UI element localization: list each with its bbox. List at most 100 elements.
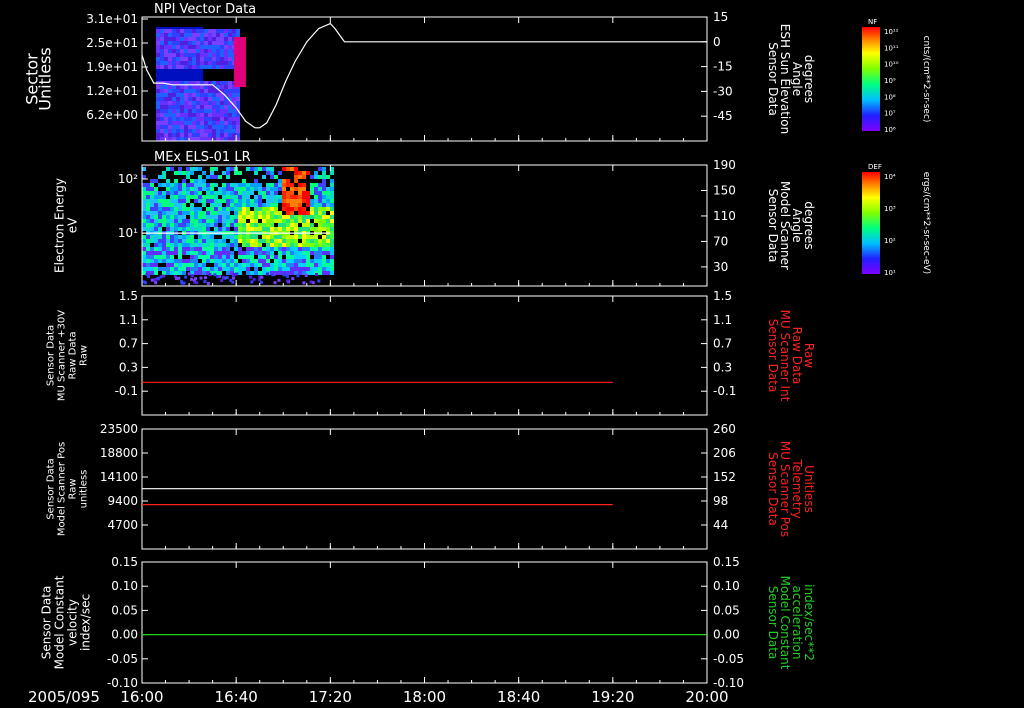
spectrogram-cell: [194, 251, 198, 255]
sector-cell: [156, 133, 160, 137]
spectrogram-cell: [213, 273, 217, 277]
sector-cell: [196, 29, 200, 33]
spectrogram-cell: [166, 211, 170, 215]
spectrogram-cell: [258, 251, 262, 255]
sector-cell: [204, 121, 208, 125]
sector-cell: [208, 121, 212, 125]
spectrogram-cell: [158, 183, 162, 187]
spectrogram-cell: [266, 247, 270, 251]
spectrogram-cell: [146, 191, 150, 195]
spectrogram-cell: [182, 187, 186, 191]
sector-cell: [188, 33, 192, 37]
spectrogram-cell: [162, 251, 166, 255]
spectrogram-cell: [270, 235, 274, 239]
sector-cell: [184, 97, 188, 101]
spectrogram-cell: [322, 199, 326, 203]
sector-cell: [196, 113, 200, 117]
sector-cell: [168, 89, 172, 93]
spectrogram-cell: [158, 247, 162, 251]
spectrogram-cell: [250, 280, 254, 284]
spectrogram-cell: [274, 183, 278, 187]
left-axis-label-line: Unitless: [36, 47, 55, 111]
y-tick-label: 14100: [100, 470, 138, 484]
spectrogram-cell: [294, 263, 298, 267]
sector-cell: [220, 117, 224, 121]
spectrogram-cell: [318, 207, 322, 211]
spectrogram-cell: [326, 175, 330, 179]
spectrogram-cell: [214, 191, 218, 195]
sector-cell: [232, 125, 236, 129]
spectrogram-cell: [330, 187, 334, 191]
sector-cell: [212, 121, 216, 125]
spectrogram-cell: [330, 219, 334, 223]
spectrogram-cell: [182, 247, 186, 251]
spectrogram-cell: [170, 207, 174, 211]
spectrogram-cell: [146, 255, 150, 259]
sector-cell: [184, 65, 188, 69]
spectrogram-cell: [266, 239, 270, 243]
right-axis-label-line: Sensor Data: [766, 452, 780, 526]
spectrogram-cell: [306, 219, 310, 223]
spectrogram-cell: [190, 277, 194, 281]
spectrogram-cell: [298, 255, 302, 259]
spectrogram-cell: [254, 271, 258, 275]
sector-cell: [172, 85, 176, 89]
sector-cell: [216, 93, 220, 97]
spectrogram-cell: [206, 183, 210, 187]
sector-cell: [220, 61, 224, 65]
spectrogram-cell: [314, 191, 318, 195]
sector-cell: [192, 93, 196, 97]
spectrogram-cell: [142, 207, 146, 211]
y-right-tick-label: -0.05: [713, 652, 744, 666]
spectrogram-cell: [186, 227, 190, 231]
spectrogram-cell: [238, 207, 242, 211]
panel-title: NPI Vector Data: [154, 2, 256, 17]
sector-cell: [168, 129, 172, 133]
spectrogram-cell: [306, 235, 310, 239]
right-axis-label-line: degrees: [802, 201, 816, 249]
sector-cell: [224, 61, 228, 65]
sector-cell: [200, 57, 204, 61]
spectrogram-cell: [310, 247, 314, 251]
spectrogram-cell: [222, 219, 226, 223]
spectrogram-cell: [242, 199, 246, 203]
sector-cell: [164, 85, 168, 89]
spectrogram-cell: [230, 203, 234, 207]
sector-cell: [236, 101, 240, 105]
spectrogram-cell: [262, 227, 266, 231]
spectrogram-cell: [234, 263, 238, 267]
sector-cell: [160, 121, 164, 125]
sector-cell: [184, 45, 188, 49]
y-tick-label: 0.10: [111, 579, 138, 593]
spectrogram-cell: [322, 247, 326, 251]
sector-cell: [172, 29, 176, 33]
sector-cell: [168, 29, 172, 33]
spectrogram-cell: [198, 263, 202, 267]
spectrogram-cell: [158, 243, 162, 247]
spectrogram-cell: [246, 235, 250, 239]
spectrogram-cell: [174, 247, 178, 251]
sector-cell: [200, 133, 204, 137]
sector-cell: [184, 113, 188, 117]
spectrogram-cell: [286, 263, 290, 267]
spectrogram-cell: [142, 183, 146, 187]
sector-cell: [192, 137, 196, 141]
spectrogram-cell: [294, 175, 298, 179]
spectrogram-cell: [190, 227, 194, 231]
spectrogram-cell: [259, 280, 263, 284]
spectrogram-cell: [250, 251, 254, 255]
spectrogram-cell: [194, 207, 198, 211]
spectrogram-cell: [234, 259, 238, 263]
sector-cell: [196, 125, 200, 129]
sector-cell: [200, 129, 204, 133]
spectrogram-cell: [262, 239, 266, 243]
sector-cell: [192, 89, 196, 93]
spectrogram-cell: [306, 247, 310, 251]
spectrogram-cell: [182, 195, 186, 199]
spectrogram-cell: [270, 223, 274, 227]
spectrogram-cell: [262, 203, 266, 207]
spectrogram-cell: [302, 207, 306, 211]
spectrogram-cell: [246, 187, 250, 191]
sector-cell: [212, 105, 216, 109]
spectrogram-cell: [250, 203, 254, 207]
